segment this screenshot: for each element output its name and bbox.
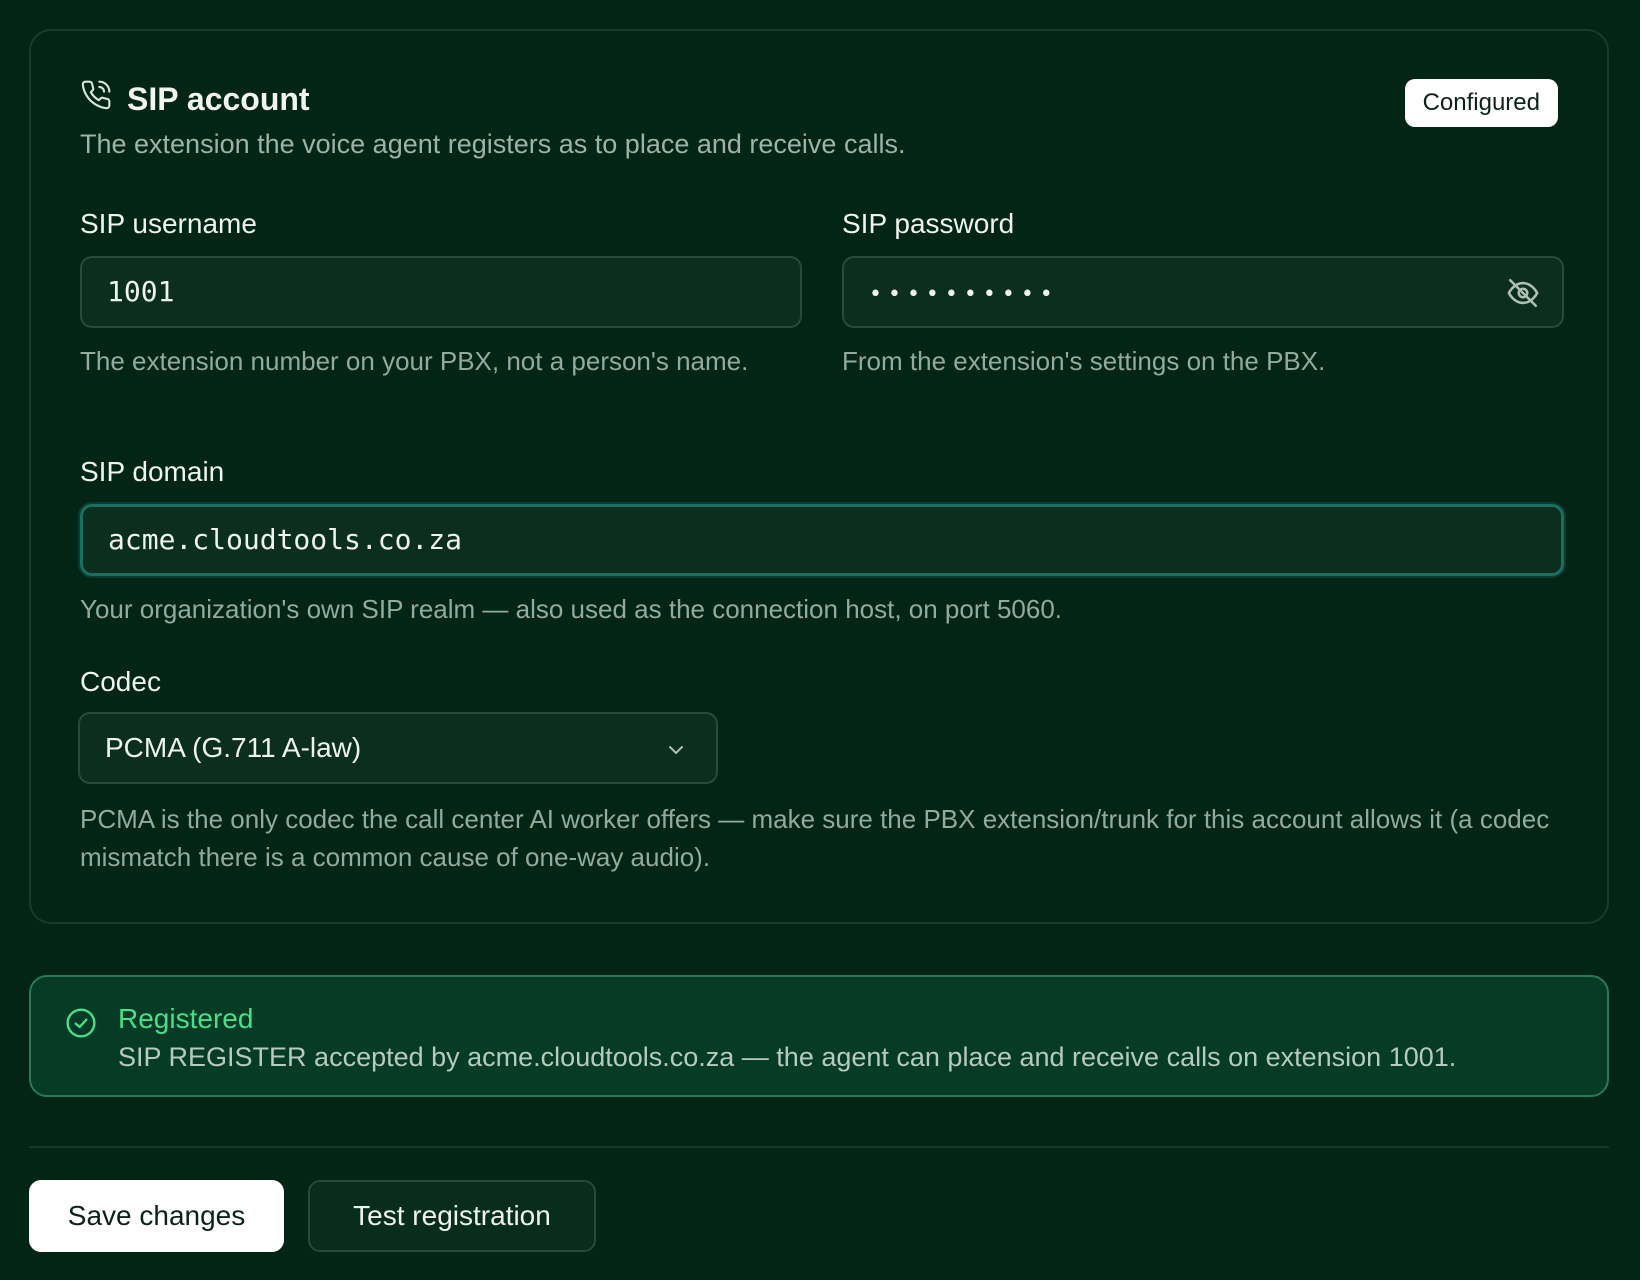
check-circle-icon xyxy=(66,1008,96,1038)
sip-account-card: SIP account The extension the voice agen… xyxy=(29,29,1609,924)
phone-icon xyxy=(81,80,111,110)
username-label: SIP username xyxy=(80,208,257,239)
domain-label: SIP domain xyxy=(80,456,225,487)
registration-status: Registered SIP REGISTER accepted by acme… xyxy=(29,975,1609,1097)
status-badge: Configured xyxy=(1404,79,1558,127)
password-help: From the extension's settings on the PBX… xyxy=(842,346,1326,376)
card-header: SIP account The extension the voice agen… xyxy=(80,79,1558,169)
domain-help: Your organization's own SIP realm — also… xyxy=(80,594,1063,624)
codec-help: PCMA is the only codec the call center A… xyxy=(80,804,1550,872)
status-message: SIP REGISTER accepted by acme.cloudtools… xyxy=(118,1042,1457,1072)
codec-select[interactable]: PCMA (G.711 A-law) xyxy=(78,712,718,784)
password-value: •••••••••• xyxy=(869,282,1059,307)
eye-off-icon[interactable] xyxy=(1506,276,1540,310)
chevron-down-icon xyxy=(669,746,683,754)
card-description: The extension the voice agent registers … xyxy=(80,129,906,159)
save-button[interactable]: Save changes xyxy=(29,1180,284,1252)
username-input[interactable]: 1001 xyxy=(80,256,802,328)
test-registration-button[interactable]: Test registration xyxy=(308,1180,596,1252)
codec-value: PCMA (G.711 A-law) xyxy=(105,732,362,763)
domain-input[interactable]: acme.cloudtools.co.za xyxy=(80,504,1564,576)
password-input[interactable]: •••••••••• xyxy=(842,256,1564,328)
password-label: SIP password xyxy=(842,208,1015,239)
footer-divider xyxy=(29,1146,1609,1148)
username-help: The extension number on your PBX, not a … xyxy=(80,346,749,376)
status-title: Registered xyxy=(118,1003,254,1034)
card-title: SIP account xyxy=(127,81,310,117)
codec-label: Codec xyxy=(80,666,161,697)
